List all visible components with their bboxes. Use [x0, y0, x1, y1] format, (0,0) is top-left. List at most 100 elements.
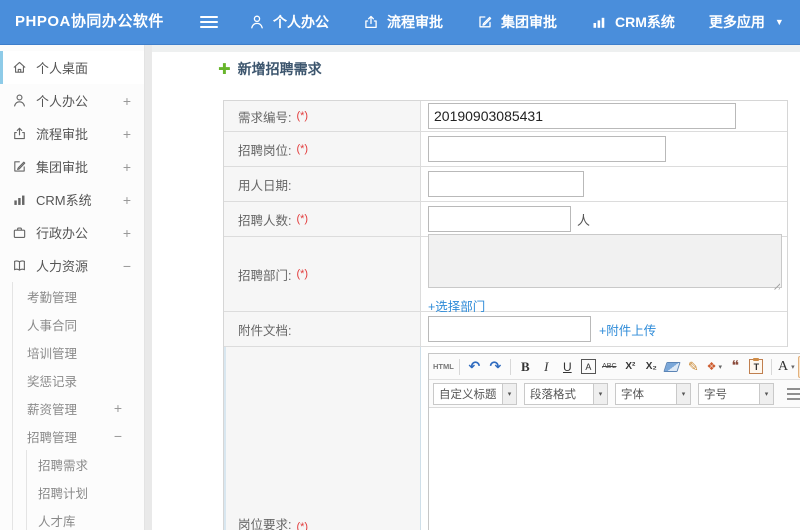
nav-more-apps[interactable]: 更多应用 ▼ — [692, 12, 800, 32]
expand-plus-icon[interactable]: + — [114, 400, 122, 416]
strikethrough-button[interactable]: ABC — [600, 357, 619, 377]
eraser-button[interactable] — [663, 357, 682, 377]
form-row-headcount: 招聘人数: (*) 人 — [224, 202, 787, 237]
label-text: 附件文档: — [238, 323, 292, 338]
hire-date-input[interactable] — [428, 171, 584, 197]
select-value: 段落格式 — [530, 388, 576, 401]
expand-plus-icon[interactable]: + — [123, 159, 131, 175]
format-painter-button[interactable]: ✎ — [684, 357, 703, 377]
sidebar-item-label: CRM系统 — [36, 193, 92, 208]
toolbar-separator — [770, 358, 772, 375]
sidebar-item-label: 招聘需求 — [38, 458, 89, 473]
sidebar-item-training-management[interactable]: 培训管理 — [13, 338, 144, 366]
editor-toolbar-row2: 自定义标题 ▾ 段落格式 ▾ 字体 ▾ 字号 ▾ — [429, 380, 800, 408]
sidebar-item-salary-management[interactable]: 薪资管理 + — [13, 394, 144, 422]
nav-group-approval[interactable]: 集团审批 — [460, 12, 574, 32]
paste-as-text-button[interactable]: T — [747, 357, 766, 377]
sidebar-item-label: 人力资源 — [36, 259, 89, 274]
form-row-attachment: 附件文档: +附件上传 — [224, 312, 787, 347]
required-mark: (*) — [296, 110, 309, 122]
italic-button[interactable]: I — [537, 357, 556, 377]
expand-plus-icon[interactable]: + — [123, 126, 131, 142]
app-window: PHPOA协同办公软件 个人办公 流程审批 集团审批 CRM系统 更多应用 ▼ — [0, 0, 800, 530]
custom-title-select[interactable]: 自定义标题 ▾ — [433, 382, 517, 405]
expand-plus-icon[interactable]: + — [123, 93, 131, 109]
collapse-minus-icon[interactable]: − — [123, 258, 131, 274]
department-textarea[interactable] — [428, 233, 782, 288]
select-value: 自定义标题 — [439, 388, 497, 401]
sidebar-item-attendance-management[interactable]: 考勤管理 — [13, 282, 144, 310]
sidebar-item-workflow-approval[interactable]: 流程审批 + — [0, 117, 144, 150]
dropdown-caret-icon: ▾ — [718, 363, 723, 371]
sidebar-item-recruitment-request[interactable]: 招聘需求 — [27, 450, 144, 478]
html-source-button[interactable]: HTML — [433, 357, 454, 377]
blockquote-button[interactable]: ❝ — [726, 357, 745, 377]
bold-button[interactable]: B — [516, 357, 535, 377]
sidebar-item-human-resources[interactable]: 人力资源 − — [0, 249, 144, 282]
collapse-minus-icon[interactable]: − — [114, 428, 122, 444]
paragraph-format-select[interactable]: 段落格式 ▾ — [524, 382, 608, 405]
attachment-upload-link[interactable]: +附件上传 — [599, 320, 656, 339]
sidebar-item-admin-office[interactable]: 行政办公 + — [0, 216, 144, 249]
dropdown-caret-icon: ▾ — [593, 383, 607, 404]
align-left-icon[interactable] — [787, 387, 800, 400]
sidebar-item-label: 招聘管理 — [27, 430, 78, 445]
editor-content-area[interactable] — [429, 408, 800, 530]
bar-chart-icon — [593, 17, 605, 28]
required-mark: (*) — [296, 521, 309, 530]
sidebar-item-talent-pool[interactable]: 人才库 — [27, 506, 144, 530]
sidebar-item-personal-office[interactable]: 个人办公 + — [0, 84, 144, 117]
label-text: 用人日期: — [238, 178, 292, 193]
toolbar-separator — [458, 358, 460, 375]
color-format-button[interactable]: ❖ ▾ — [705, 357, 724, 377]
nav-personal-office[interactable]: 个人办公 — [232, 12, 346, 32]
field-label: 需求编号: (*) — [224, 101, 421, 131]
sidebar-item-recruitment-plan[interactable]: 招聘计划 — [27, 478, 144, 506]
font-color-button[interactable]: A ▾ — [777, 357, 796, 377]
request-number-input[interactable] — [428, 103, 736, 129]
dropdown-caret-icon: ▾ — [759, 383, 773, 404]
sidebar: 个人桌面 个人办公 + 流程审批 + 集团审批 + CRM系统 + 行政办公 + — [0, 45, 145, 530]
sidebar-scrollbar[interactable] — [145, 45, 152, 530]
page-title-text: 新增招聘需求 — [237, 61, 322, 77]
sidebar-item-reward-punishment[interactable]: 奖惩记录 — [13, 366, 144, 394]
dropdown-caret-icon: ▾ — [676, 383, 690, 404]
headcount-input[interactable] — [428, 206, 571, 232]
headcount-unit: 人 — [577, 212, 591, 228]
sidebar-item-personal-desktop[interactable]: 个人桌面 — [0, 51, 144, 84]
underline-button[interactable]: U — [558, 357, 577, 377]
sidebar-item-label: 人事合同 — [27, 318, 78, 333]
hamburger-menu-icon[interactable] — [200, 16, 218, 31]
sidebar-item-group-approval[interactable]: 集团审批 + — [0, 150, 144, 183]
position-input[interactable] — [428, 136, 666, 162]
nav-workflow-approval[interactable]: 流程审批 — [346, 12, 460, 32]
main-content: ✚ 新增招聘需求 需求编号: (*) 招聘岗位: (*) — [152, 45, 800, 530]
nav-crm-system[interactable]: CRM系统 — [574, 12, 692, 32]
attachment-input[interactable] — [428, 316, 591, 342]
undo-icon[interactable]: ↶ — [465, 357, 484, 377]
label-text: 需求编号: — [238, 110, 292, 125]
person-icon — [251, 15, 263, 29]
sidebar-item-personnel-contract[interactable]: 人事合同 — [13, 310, 144, 338]
sidebar-item-label: 行政办公 — [36, 226, 89, 241]
eraser-icon — [663, 361, 681, 372]
expand-plus-icon[interactable]: + — [123, 192, 131, 208]
redo-icon[interactable]: ↷ — [486, 357, 505, 377]
form-row-request-number: 需求编号: (*) — [224, 101, 787, 132]
sidebar-item-label: 集团审批 — [36, 160, 89, 175]
required-mark: (*) — [296, 268, 309, 280]
caret-down-icon: ▼ — [774, 17, 784, 27]
sidebar-item-crm-system[interactable]: CRM系统 + — [0, 183, 144, 216]
sidebar-item-recruitment-management[interactable]: 招聘管理 − — [13, 422, 144, 450]
font-border-button[interactable]: A — [579, 357, 598, 377]
form-row-position: 招聘岗位: (*) — [224, 132, 787, 167]
sidebar-item-label: 人才库 — [38, 514, 76, 529]
content-top-strip — [152, 45, 800, 52]
home-icon — [13, 61, 26, 73]
font-size-select[interactable]: 字号 ▾ — [698, 382, 774, 405]
superscript-button[interactable]: X² — [621, 357, 640, 377]
font-family-select[interactable]: 字体 ▾ — [615, 382, 691, 405]
expand-plus-icon[interactable]: + — [123, 225, 131, 241]
subscript-button[interactable]: X₂ — [642, 357, 661, 377]
select-value: 字号 — [704, 388, 727, 401]
